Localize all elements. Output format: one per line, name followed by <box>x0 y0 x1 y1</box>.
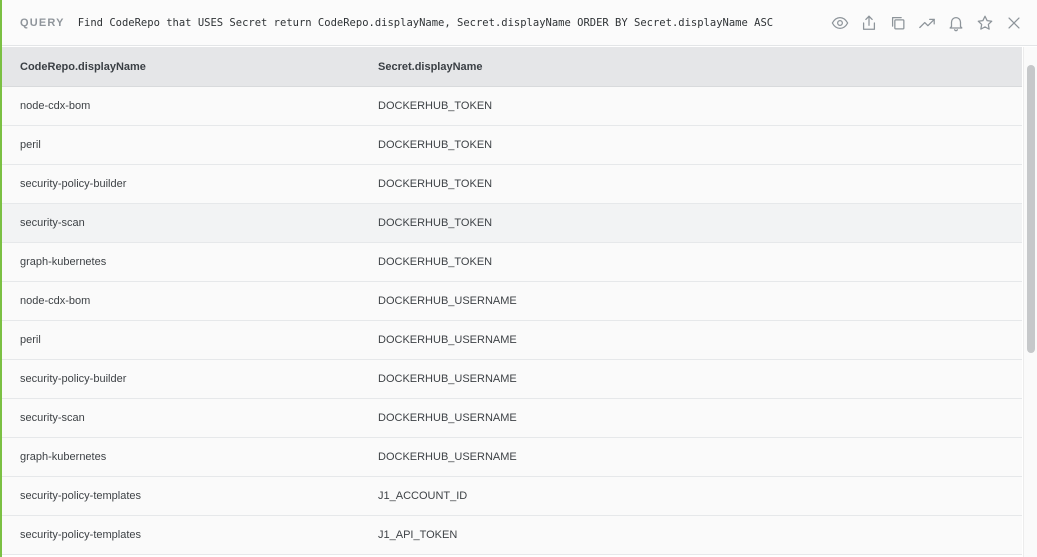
cell-coderepo-name: node-cdx-bom <box>20 295 91 307</box>
cell-coderepo-name: security-scan <box>20 412 85 424</box>
table-row[interactable]: security-policy-templates J1_API_TOKEN <box>2 516 1022 555</box>
table-row[interactable]: node-cdx-bom DOCKERHUB_USERNAME <box>2 282 1022 321</box>
cell-secret-name: DOCKERHUB_TOKEN <box>378 217 493 229</box>
query-label: QUERY <box>20 16 65 29</box>
share-icon[interactable] <box>858 12 880 34</box>
copy-icon[interactable] <box>887 12 909 34</box>
table-row[interactable]: security-policy-builder DOCKERHUB_USERNAM… <box>2 360 1022 399</box>
cell-coderepo-name: security-scan <box>20 217 85 229</box>
cell-coderepo-name: node-cdx-bom <box>20 100 91 112</box>
cell-coderepo-name: security-policy-templates <box>20 529 142 541</box>
table-row[interactable]: security-policy-builder DOCKERHUB_TOKEN <box>2 165 1022 204</box>
cell-coderepo-name: graph-kubernetes <box>20 451 107 463</box>
cell-coderepo-name: peril <box>20 139 41 151</box>
cell-coderepo-name: security-policy-builder <box>20 373 127 385</box>
cell-secret-name: DOCKERHUB_USERNAME <box>378 373 517 385</box>
cell-coderepo-name: security-policy-builder <box>20 178 127 190</box>
cell-secret-name: DOCKERHUB_TOKEN <box>378 139 493 151</box>
query-text[interactable]: Find CodeRepo that USES Secret return Co… <box>78 17 773 29</box>
table-row[interactable]: security-policy-templates J1_ACCOUNT_ID <box>2 477 1022 516</box>
table-row[interactable]: peril DOCKERHUB_USERNAME <box>2 321 1022 360</box>
table-row[interactable]: graph-kubernetes DOCKERHUB_TOKEN <box>2 243 1022 282</box>
cell-secret-name: J1_ACCOUNT_ID <box>378 490 468 502</box>
star-icon[interactable] <box>974 12 996 34</box>
table-row[interactable]: graph-kubernetes DOCKERHUB_USERNAME <box>2 438 1022 477</box>
table-row[interactable]: peril DOCKERHUB_TOKEN <box>2 126 1022 165</box>
column-header-secret[interactable]: Secret.displayName <box>378 61 483 73</box>
cell-secret-name: J1_API_TOKEN <box>378 529 458 541</box>
cell-secret-name: DOCKERHUB_USERNAME <box>378 295 517 307</box>
cell-secret-name: DOCKERHUB_USERNAME <box>378 451 517 463</box>
query-actions <box>822 12 1025 34</box>
table-row[interactable]: node-cdx-bom DOCKERHUB_TOKEN <box>2 87 1022 126</box>
cell-secret-name: DOCKERHUB_TOKEN <box>378 178 493 190</box>
cell-secret-name: DOCKERHUB_USERNAME <box>378 334 517 346</box>
table-row[interactable]: security-scan DOCKERHUB_TOKEN <box>2 204 1022 243</box>
column-header-coderepo[interactable]: CodeRepo.displayName <box>20 61 146 73</box>
results-table: CodeRepo.displayName Secret.displayName … <box>2 47 1022 557</box>
table-row[interactable]: security-scan DOCKERHUB_USERNAME <box>2 399 1022 438</box>
bell-icon[interactable] <box>945 12 967 34</box>
trend-icon[interactable] <box>916 12 938 34</box>
cell-coderepo-name: graph-kubernetes <box>20 256 107 268</box>
cell-coderepo-name: peril <box>20 334 41 346</box>
close-icon[interactable] <box>1003 12 1025 34</box>
cell-secret-name: DOCKERHUB_TOKEN <box>378 100 493 112</box>
cell-secret-name: DOCKERHUB_USERNAME <box>378 412 517 424</box>
table-header: CodeRepo.displayName Secret.displayName <box>2 47 1022 87</box>
scrollbar[interactable] <box>1023 47 1037 557</box>
eye-icon[interactable] <box>829 12 851 34</box>
cell-secret-name: DOCKERHUB_TOKEN <box>378 256 493 268</box>
scrollbar-thumb[interactable] <box>1027 65 1035 353</box>
query-bar: QUERY Find CodeRepo that USES Secret ret… <box>2 0 1037 46</box>
table-body: node-cdx-bom DOCKERHUB_TOKEN peril DOCKERHU… <box>2 87 1022 555</box>
cell-coderepo-name: security-policy-templates <box>20 490 142 502</box>
